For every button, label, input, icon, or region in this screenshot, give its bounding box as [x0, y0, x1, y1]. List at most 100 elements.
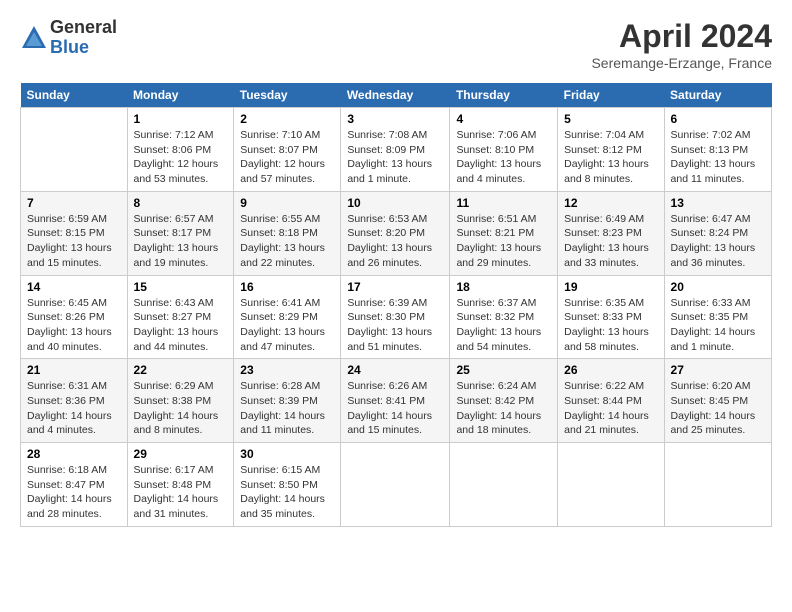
month-title: April 2024 [591, 18, 772, 55]
week-row-4: 21 Sunrise: 6:31 AMSunset: 8:36 PMDayligh… [21, 359, 772, 443]
calendar-cell: 27Sunrise: 6:20 AMSunset: 8:45 PMDayligh… [664, 359, 771, 443]
cell-info: Sunrise: 6:28 AMSunset: 8:39 PMDaylight:… [240, 379, 334, 438]
week-row-1: 1 Sunrise: 7:12 AMSunset: 8:06 PMDaylight… [21, 108, 772, 192]
cell-info: Sunrise: 6:15 AMSunset: 8:50 PMDaylight:… [240, 463, 334, 522]
logo-blue: Blue [50, 38, 117, 58]
header-day-friday: Friday [558, 83, 664, 108]
cell-info: Sunrise: 6:17 AMSunset: 8:48 PMDaylight:… [134, 463, 228, 522]
day-number: 15 [134, 280, 228, 294]
day-number: 14 [27, 280, 121, 294]
day-number: 30 [240, 447, 334, 461]
calendar-table: SundayMondayTuesdayWednesdayThursdayFrid… [20, 83, 772, 527]
cell-info: Sunrise: 6:57 AMSunset: 8:17 PMDaylight:… [134, 212, 228, 271]
header-day-saturday: Saturday [664, 83, 771, 108]
logo: General Blue [20, 18, 117, 58]
cell-info: Sunrise: 6:39 AMSunset: 8:30 PMDaylight:… [347, 296, 443, 355]
cell-info: Sunrise: 6:53 AMSunset: 8:20 PMDaylight:… [347, 212, 443, 271]
cell-info: Sunrise: 7:02 AMSunset: 8:13 PMDaylight:… [671, 128, 765, 187]
cell-info: Sunrise: 7:06 AMSunset: 8:10 PMDaylight:… [456, 128, 551, 187]
cell-info: Sunrise: 6:59 AMSunset: 8:15 PMDaylight:… [27, 212, 121, 271]
calendar-cell: 12 Sunrise: 6:49 AMSunset: 8:23 PMDayligh… [558, 191, 664, 275]
cell-info: Sunrise: 6:18 AMSunset: 8:47 PMDaylight:… [27, 463, 121, 522]
cell-info: Sunrise: 6:45 AMSunset: 8:26 PMDaylight:… [27, 296, 121, 355]
day-number: 29 [134, 447, 228, 461]
title-block: April 2024 Seremange-Erzange, France [591, 18, 772, 71]
cell-info: Sunrise: 7:04 AMSunset: 8:12 PMDaylight:… [564, 128, 657, 187]
logo-general: General [50, 18, 117, 38]
calendar-cell: 20Sunrise: 6:33 AMSunset: 8:35 PMDayligh… [664, 275, 771, 359]
cell-info: Sunrise: 6:43 AMSunset: 8:27 PMDaylight:… [134, 296, 228, 355]
calendar-cell: 19Sunrise: 6:35 AMSunset: 8:33 PMDayligh… [558, 275, 664, 359]
day-number: 3 [347, 112, 443, 126]
week-row-3: 14 Sunrise: 6:45 AMSunset: 8:26 PMDayligh… [21, 275, 772, 359]
day-number: 28 [27, 447, 121, 461]
calendar-cell [664, 443, 771, 527]
cell-info: Sunrise: 6:49 AMSunset: 8:23 PMDaylight:… [564, 212, 657, 271]
calendar-cell: 25 Sunrise: 6:24 AMSunset: 8:42 PMDayligh… [450, 359, 558, 443]
calendar-cell [21, 108, 128, 192]
day-number: 10 [347, 196, 443, 210]
calendar-cell: 23Sunrise: 6:28 AMSunset: 8:39 PMDayligh… [234, 359, 341, 443]
week-row-2: 7 Sunrise: 6:59 AMSunset: 8:15 PMDaylight… [21, 191, 772, 275]
day-number: 4 [456, 112, 551, 126]
day-number: 11 [456, 196, 551, 210]
day-number: 9 [240, 196, 334, 210]
page: General Blue April 2024 Seremange-Erzang… [0, 0, 792, 537]
header-day-monday: Monday [127, 83, 234, 108]
day-number: 7 [27, 196, 121, 210]
day-number: 19 [564, 280, 657, 294]
cell-info: Sunrise: 6:29 AMSunset: 8:38 PMDaylight:… [134, 379, 228, 438]
calendar-cell: 24 Sunrise: 6:26 AMSunset: 8:41 PMDayligh… [341, 359, 450, 443]
calendar-cell: 17 Sunrise: 6:39 AMSunset: 8:30 PMDayligh… [341, 275, 450, 359]
calendar-cell: 3 Sunrise: 7:08 AMSunset: 8:09 PMDaylight… [341, 108, 450, 192]
day-number: 27 [671, 363, 765, 377]
calendar-cell [450, 443, 558, 527]
cell-info: Sunrise: 6:37 AMSunset: 8:32 PMDaylight:… [456, 296, 551, 355]
calendar-cell: 22 Sunrise: 6:29 AMSunset: 8:38 PMDayligh… [127, 359, 234, 443]
day-number: 17 [347, 280, 443, 294]
day-number: 24 [347, 363, 443, 377]
header-row: SundayMondayTuesdayWednesdayThursdayFrid… [21, 83, 772, 108]
day-number: 16 [240, 280, 334, 294]
header-day-wednesday: Wednesday [341, 83, 450, 108]
cell-info: Sunrise: 6:47 AMSunset: 8:24 PMDaylight:… [671, 212, 765, 271]
day-number: 12 [564, 196, 657, 210]
day-number: 8 [134, 196, 228, 210]
day-number: 1 [134, 112, 228, 126]
calendar-cell: 16 Sunrise: 6:41 AMSunset: 8:29 PMDayligh… [234, 275, 341, 359]
calendar-cell: 9Sunrise: 6:55 AMSunset: 8:18 PMDaylight… [234, 191, 341, 275]
calendar-cell: 14 Sunrise: 6:45 AMSunset: 8:26 PMDayligh… [21, 275, 128, 359]
logo-text: General Blue [50, 18, 117, 58]
day-number: 21 [27, 363, 121, 377]
calendar-cell: 13 Sunrise: 6:47 AMSunset: 8:24 PMDayligh… [664, 191, 771, 275]
calendar-cell [558, 443, 664, 527]
calendar-cell: 21 Sunrise: 6:31 AMSunset: 8:36 PMDayligh… [21, 359, 128, 443]
day-number: 25 [456, 363, 551, 377]
day-number: 6 [671, 112, 765, 126]
cell-info: Sunrise: 6:24 AMSunset: 8:42 PMDaylight:… [456, 379, 551, 438]
logo-icon [20, 24, 48, 52]
day-number: 5 [564, 112, 657, 126]
calendar-cell: 7 Sunrise: 6:59 AMSunset: 8:15 PMDaylight… [21, 191, 128, 275]
cell-info: Sunrise: 6:26 AMSunset: 8:41 PMDaylight:… [347, 379, 443, 438]
header: General Blue April 2024 Seremange-Erzang… [20, 18, 772, 71]
day-number: 22 [134, 363, 228, 377]
header-day-tuesday: Tuesday [234, 83, 341, 108]
cell-info: Sunrise: 7:12 AMSunset: 8:06 PMDaylight:… [134, 128, 228, 187]
cell-info: Sunrise: 6:22 AMSunset: 8:44 PMDaylight:… [564, 379, 657, 438]
calendar-cell: 11Sunrise: 6:51 AMSunset: 8:21 PMDayligh… [450, 191, 558, 275]
calendar-cell: 6 Sunrise: 7:02 AMSunset: 8:13 PMDaylight… [664, 108, 771, 192]
week-row-5: 28 Sunrise: 6:18 AMSunset: 8:47 PMDayligh… [21, 443, 772, 527]
calendar-cell: 1 Sunrise: 7:12 AMSunset: 8:06 PMDaylight… [127, 108, 234, 192]
cell-info: Sunrise: 7:08 AMSunset: 8:09 PMDaylight:… [347, 128, 443, 187]
calendar-cell: 18Sunrise: 6:37 AMSunset: 8:32 PMDayligh… [450, 275, 558, 359]
header-day-thursday: Thursday [450, 83, 558, 108]
day-number: 13 [671, 196, 765, 210]
calendar-cell: 10 Sunrise: 6:53 AMSunset: 8:20 PMDayligh… [341, 191, 450, 275]
day-number: 26 [564, 363, 657, 377]
calendar-cell: 2Sunrise: 7:10 AMSunset: 8:07 PMDaylight… [234, 108, 341, 192]
cell-info: Sunrise: 6:41 AMSunset: 8:29 PMDaylight:… [240, 296, 334, 355]
cell-info: Sunrise: 6:33 AMSunset: 8:35 PMDaylight:… [671, 296, 765, 355]
calendar-cell: 5 Sunrise: 7:04 AMSunset: 8:12 PMDaylight… [558, 108, 664, 192]
cell-info: Sunrise: 6:31 AMSunset: 8:36 PMDaylight:… [27, 379, 121, 438]
